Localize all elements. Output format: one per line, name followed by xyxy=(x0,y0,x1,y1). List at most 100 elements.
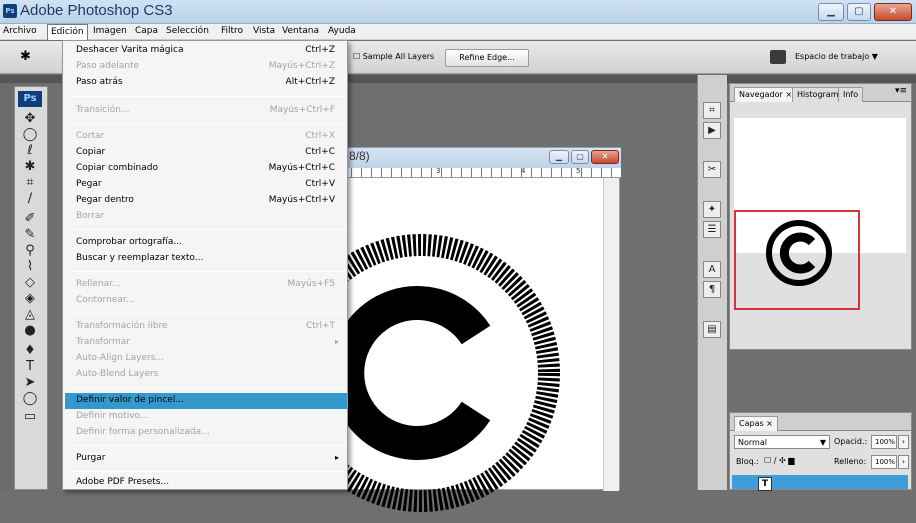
pen-tool-icon[interactable]: ♦ xyxy=(21,343,39,358)
healing-tool-icon[interactable]: ✐ xyxy=(21,211,39,226)
blur-tool-icon[interactable]: ◬ xyxy=(21,307,39,322)
photoshop-logo-icon: Ps xyxy=(3,4,17,18)
workspace-menu[interactable]: Espacio de trabajo ▼ xyxy=(795,52,878,61)
menu-item-pegar[interactable]: Pegar Ctrl+V xyxy=(65,177,347,193)
menu-seleccion[interactable]: Selección xyxy=(166,26,209,36)
menu-imagen[interactable]: Imagen xyxy=(93,26,127,36)
dodge-tool-icon[interactable]: ● xyxy=(21,323,39,338)
submenu-arrow-icon: ▸ xyxy=(334,453,339,462)
menu-item-definir-motivo: Definir motivo... xyxy=(76,411,149,421)
menu-capa[interactable]: Capa xyxy=(135,26,158,36)
navigator-thumbnail xyxy=(766,220,832,286)
history-panel-icon[interactable]: ⌗ xyxy=(703,102,721,119)
stamp-tool-icon[interactable]: ⚲ xyxy=(21,243,39,258)
layer-comps-icon[interactable]: ▤ xyxy=(703,321,721,338)
menu-separator xyxy=(73,387,345,388)
edicion-dropdown-menu: Deshacer Varita mágica Ctrl+Z Paso adelan… xyxy=(62,40,348,490)
tool-presets-icon[interactable]: ✂ xyxy=(703,161,721,178)
sample-all-layers-checkbox[interactable]: ☐ Sample All Layers xyxy=(353,52,434,61)
refine-edge-button[interactable]: Refine Edge... xyxy=(445,49,529,67)
sample-all-layers-label: Sample All Layers xyxy=(362,52,435,61)
tab-capas[interactable]: Capas × xyxy=(734,416,778,431)
menu-vista[interactable]: Vista xyxy=(253,26,275,36)
menu-separator xyxy=(73,445,345,446)
ruler-label: 5 xyxy=(576,167,581,175)
layer-row[interactable]: T xyxy=(732,475,908,491)
doc-maximize-button[interactable]: ▢ xyxy=(571,150,589,164)
fill-input[interactable]: 100% xyxy=(871,455,897,469)
maximize-button[interactable]: ▢ xyxy=(847,3,871,21)
paragraph-panel-icon[interactable]: ¶ xyxy=(703,281,721,298)
ruler-label: 4 xyxy=(521,167,526,175)
navigator-preview xyxy=(734,118,906,310)
dropdown-arrow-icon: ▼ xyxy=(819,438,826,447)
lock-icons[interactable]: ☐ ∕ ✣ ▆ xyxy=(764,456,794,465)
workspace-icon[interactable] xyxy=(770,50,786,64)
crop-tool-icon[interactable]: ⌗ xyxy=(21,175,39,190)
menu-item-pdf-presets[interactable]: Adobe PDF Presets... xyxy=(65,475,347,491)
menu-item-paso-atras[interactable]: Paso atrás Alt+Ctrl+Z xyxy=(65,75,347,91)
brushes-panel-icon[interactable]: ✦ xyxy=(703,201,721,218)
window-title: Adobe Photoshop CS3 xyxy=(20,2,173,19)
brush-tool-icon[interactable]: ✎ xyxy=(21,227,39,242)
ruler-label: 3 xyxy=(436,167,441,175)
path-selection-icon[interactable]: ➤ xyxy=(21,375,39,390)
shape-tool-icon[interactable]: ◯ xyxy=(21,391,39,406)
menu-item-auto-blend: Auto-Blend Layers xyxy=(76,369,159,379)
menu-edicion[interactable]: Edición xyxy=(47,24,88,40)
actions-panel-icon[interactable]: ▶ xyxy=(703,122,721,139)
menu-item-definir-forma: Definir forma personalizada... xyxy=(76,427,210,437)
clone-source-icon[interactable]: ☰ xyxy=(703,221,721,238)
fill-arrow-icon[interactable]: › xyxy=(898,455,909,469)
character-panel-icon[interactable]: A xyxy=(703,261,721,278)
panel-menu-icon[interactable]: ▾≡ xyxy=(895,86,907,96)
doc-close-button[interactable]: ✕ xyxy=(591,150,619,164)
minimize-button[interactable]: ▁ xyxy=(818,3,844,21)
menu-ayuda[interactable]: Ayuda xyxy=(328,26,356,36)
menu-item-purgar[interactable]: Purgar ▸ xyxy=(65,451,347,467)
submenu-arrow-icon: ▸ xyxy=(334,337,339,346)
doc-minimize-button[interactable]: ▁ xyxy=(549,150,569,164)
marquee-tool-icon[interactable]: ◯ xyxy=(21,127,39,142)
menu-ventana[interactable]: Ventana xyxy=(282,26,319,36)
slice-tool-icon[interactable]: ∕ xyxy=(21,191,39,206)
vertical-scrollbar[interactable] xyxy=(603,178,619,491)
eraser-tool-icon[interactable]: ◇ xyxy=(21,275,39,290)
menu-item-ortografia[interactable]: Comprobar ortografía... xyxy=(65,235,347,251)
menu-archivo[interactable]: Archivo xyxy=(3,26,37,36)
magic-wand-icon[interactable]: ✱ xyxy=(20,49,31,64)
panel-icon-dock: ⌗ ▶ ✂ ✦ ☰ A ¶ ▤ xyxy=(697,75,727,490)
menu-item-pegar-dentro[interactable]: Pegar dentro Mayús+Ctrl+V xyxy=(65,193,347,209)
menu-separator xyxy=(73,123,345,124)
lasso-tool-icon[interactable]: ℓ xyxy=(21,143,39,158)
opacity-arrow-icon[interactable]: › xyxy=(898,435,909,449)
blend-mode-select[interactable]: Normal ▼ xyxy=(734,435,830,449)
move-tool-icon[interactable]: ✥ xyxy=(21,111,39,126)
history-brush-icon[interactable]: ⌇ xyxy=(21,259,39,274)
magic-wand-tool-icon[interactable]: ✱ xyxy=(21,159,39,174)
tab-info[interactable]: Info xyxy=(838,87,864,102)
notes-tool-icon[interactable]: ▭ xyxy=(21,409,39,424)
document-title-bar: 8/8) ▁ ▢ ✕ xyxy=(331,148,621,168)
blend-mode-value: Normal xyxy=(738,438,767,447)
menu-item-copiar[interactable]: Copiar Ctrl+C xyxy=(65,145,347,161)
menu-item-transformacion-libre: Transformación libre Ctrl+T xyxy=(76,321,335,331)
menu-item-rellenar: Rellenar... Mayús+F5 xyxy=(76,279,335,289)
paint-bucket-icon[interactable]: ◈ xyxy=(21,291,39,306)
menu-item-transicion: Transición... Mayús+Ctrl+F xyxy=(76,105,335,115)
opacity-input[interactable]: 100% xyxy=(871,435,897,449)
menu-item-buscar-reemplazar[interactable]: Buscar y reemplazar texto... xyxy=(65,251,347,267)
close-button[interactable]: ✕ xyxy=(874,3,912,21)
toolbox: Ps ✥ ◯ ℓ ✱ ⌗ ∕ ✐ ✎ ⚲ ⌇ ◇ ◈ ◬ ● ♦ T ➤ ◯ ▭ xyxy=(14,86,48,490)
menu-filtro[interactable]: Filtro xyxy=(221,26,243,36)
menu-item-deshacer[interactable]: Deshacer Varita mágica Ctrl+Z xyxy=(65,43,347,59)
menu-item-definir-pincel[interactable]: Definir valor de pincel... xyxy=(65,393,347,409)
left-gutter xyxy=(0,83,14,490)
tab-navegador[interactable]: Navegador × xyxy=(734,87,798,102)
menu-item-transformar: Transformar ▸ xyxy=(76,337,339,347)
menu-separator xyxy=(73,313,345,314)
menu-item-copiar-combinado[interactable]: Copiar combinado Mayús+Ctrl+C xyxy=(65,161,347,177)
type-tool-icon[interactable]: T xyxy=(21,359,39,374)
document-window: 8/8) ▁ ▢ ✕ 2 3 4 5 xyxy=(282,147,621,512)
menu-item-auto-align: Auto-Align Layers... xyxy=(76,353,164,363)
